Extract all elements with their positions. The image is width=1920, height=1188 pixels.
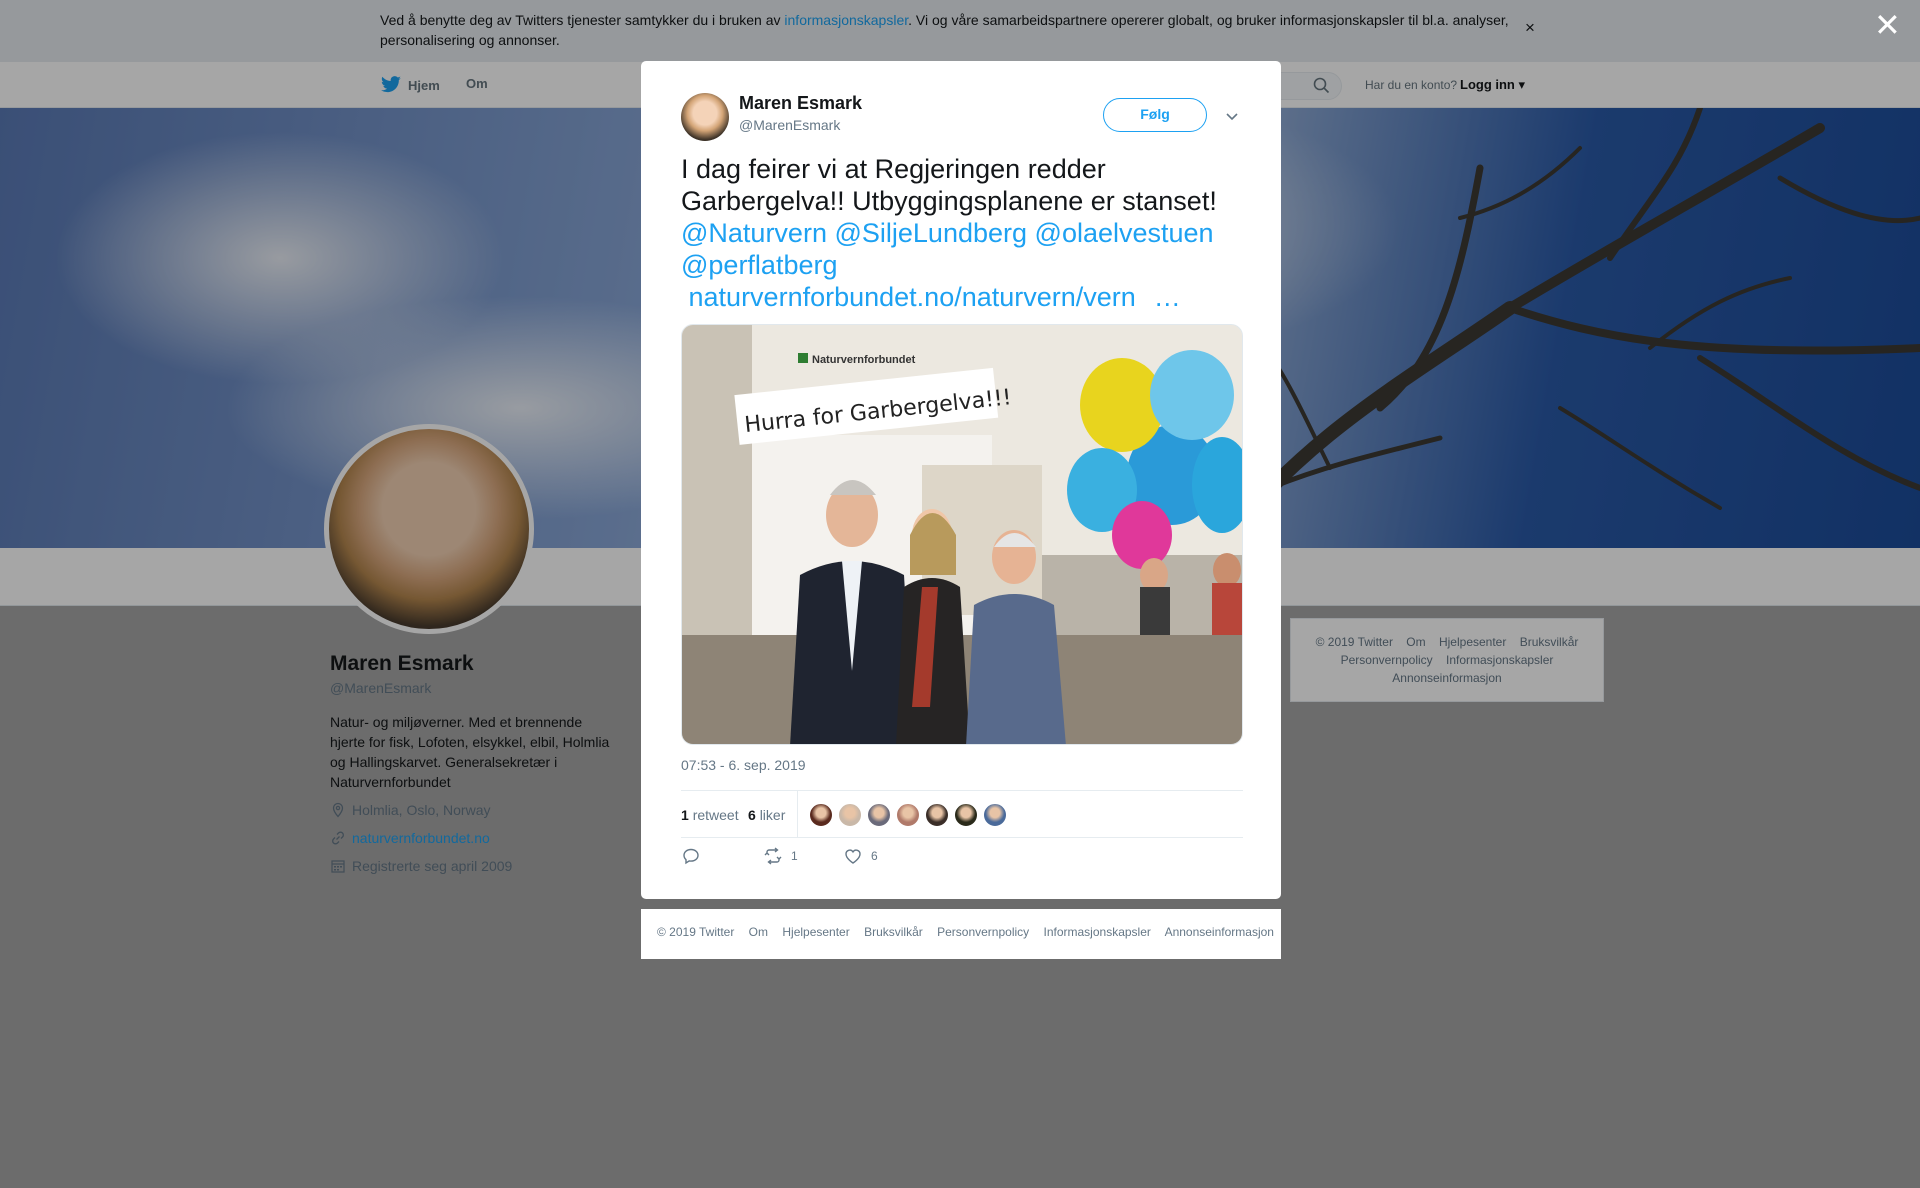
footer-link[interactable]: Informasjonskapsler <box>1044 925 1151 939</box>
image-logo-text: Naturvernforbundet <box>812 354 916 366</box>
footer-link[interactable]: Om <box>749 925 768 939</box>
footer-link[interactable]: Hjelpesenter <box>782 925 849 939</box>
modal-footer: © 2019 Twitter Om Hjelpesenter Bruksvilk… <box>641 909 1281 959</box>
mention-link[interactable]: @SiljeLundberg <box>834 218 1027 248</box>
liker-avatar[interactable] <box>925 803 949 827</box>
author-avatar[interactable] <box>681 93 729 141</box>
liker-avatar[interactable] <box>896 803 920 827</box>
likes-stat[interactable]: 6 liker <box>748 807 785 823</box>
like-button[interactable]: 6 <box>843 846 878 866</box>
liker-avatar[interactable] <box>954 803 978 827</box>
author-name[interactable]: Maren Esmark <box>739 93 862 114</box>
retweet-icon <box>764 847 782 865</box>
tweet-timestamp[interactable]: 07:53 - 6. sep. 2019 <box>681 757 806 773</box>
liker-avatar[interactable] <box>809 803 833 827</box>
chevron-down-icon[interactable] <box>1221 105 1243 127</box>
mention-link[interactable]: @perflatberg <box>681 250 838 280</box>
tweet-url-link[interactable]: naturvernforbundet.no/naturvern/vern… <box>681 282 1181 312</box>
naturvern-logo-icon <box>798 353 808 363</box>
heart-icon <box>845 849 861 864</box>
retweet-button[interactable]: 1 <box>763 846 843 866</box>
author-handle[interactable]: @MarenEsmark <box>739 117 840 133</box>
liker-avatar[interactable] <box>867 803 891 827</box>
likers-avatars <box>809 803 1007 827</box>
footer-link[interactable]: Annonseinformasjon <box>1165 925 1274 939</box>
liker-avatar[interactable] <box>838 803 862 827</box>
footer-link[interactable]: Bruksvilkår <box>864 925 923 939</box>
follow-button[interactable]: Følg <box>1103 98 1207 132</box>
footer-link[interactable]: Personvernpolicy <box>937 925 1029 939</box>
footer-link[interactable]: © 2019 Twitter <box>657 925 734 939</box>
mention-link[interactable]: @olaelvestuen <box>1035 218 1214 248</box>
mention-link[interactable]: @Naturvern <box>681 218 827 248</box>
reply-button[interactable] <box>681 846 763 866</box>
liker-avatar[interactable] <box>983 803 1007 827</box>
retweet-stat[interactable]: 1 retweet <box>681 807 739 823</box>
tweet-text: I dag feirer vi at Regjeringen redder Ga… <box>681 154 1217 312</box>
tweet-stats: 1 retweet 6 liker <box>681 790 1243 838</box>
tweet-modal: Maren Esmark @MarenEsmark Følg I dag fei… <box>641 61 1281 899</box>
celebration-photo: Naturvernforbundet Hurra for Garbergelva… <box>682 325 1242 744</box>
tweet-actions: 1 6 <box>681 846 878 866</box>
tweet-photo[interactable]: Naturvernforbundet Hurra for Garbergelva… <box>681 324 1243 745</box>
reply-icon <box>683 848 699 865</box>
close-icon[interactable]: ✕ <box>1874 9 1901 41</box>
stats-divider <box>797 791 798 837</box>
